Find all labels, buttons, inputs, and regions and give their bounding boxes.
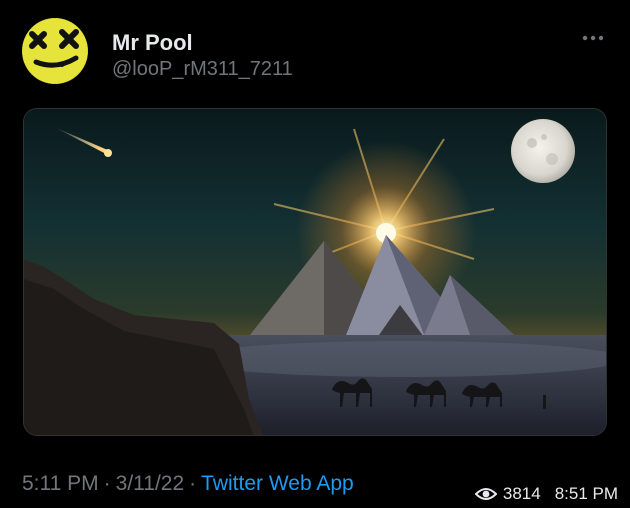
meta-separator: · — [103, 472, 111, 495]
status-bar: 3814 8:51 PM — [474, 484, 618, 504]
meta-separator: · — [189, 472, 197, 495]
view-count: 3814 — [502, 484, 541, 503]
more-options-button[interactable] — [578, 28, 608, 48]
user-handle[interactable]: @looP_rM311_7211 — [112, 58, 293, 81]
tweet-date[interactable]: 3/11/22 — [116, 472, 185, 495]
tweet-meta: 5:11 PM · 3/11/22 · Twitter Web App — [22, 472, 354, 496]
clock-time: 8:51 PM — [554, 484, 618, 503]
avatar[interactable] — [22, 18, 88, 84]
display-name[interactable]: Mr Pool — [112, 30, 193, 56]
pyramids-photo — [24, 109, 606, 435]
tweet-source-link[interactable]: Twitter Web App — [201, 472, 354, 495]
tweet-media-image[interactable] — [23, 108, 607, 436]
more-dots-icon — [582, 35, 604, 41]
tweet-time[interactable]: 5:11 PM — [22, 472, 99, 495]
avatar-face-icon — [22, 18, 88, 84]
eye-icon — [474, 487, 497, 501]
